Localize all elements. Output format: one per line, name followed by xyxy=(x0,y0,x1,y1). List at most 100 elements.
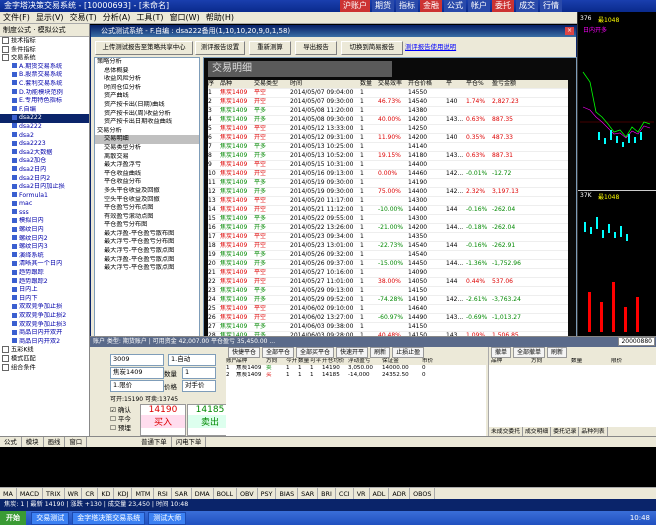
indicator-button[interactable]: RSI xyxy=(154,488,172,499)
switch-simple-report-button[interactable]: 切换到简易报告 xyxy=(341,41,403,55)
report-nav-item[interactable]: 最大浮盈浮亏 xyxy=(95,161,199,170)
formula-tree-item[interactable]: 模拟日内 xyxy=(0,217,89,226)
formula-tree-item[interactable]: 交易系统 xyxy=(0,54,89,63)
table-row[interactable]: 13 焦炭1409 平空 2014/05/20 11:17:00 1 14300 xyxy=(208,197,568,206)
formula-tree-item[interactable]: 模式匹配 xyxy=(0,354,89,364)
report-nav-item[interactable]: 平仓收益曲线 xyxy=(95,170,199,179)
indicator-button[interactable]: MACD xyxy=(17,488,44,499)
positions-toolbar-button[interactable]: 快速开平 xyxy=(336,347,369,358)
table-row[interactable]: 26 焦炭1409 开空 2014/06/02 13:27:00 1 -60.97% 144… xyxy=(208,314,568,323)
formula-tree-item[interactable]: 双双竞争加止损 xyxy=(0,303,89,312)
buy-button[interactable]: 14190 买入 xyxy=(140,404,186,436)
formula-tree-item[interactable]: A.期货交易系统 xyxy=(0,63,89,72)
report-nav-item[interactable]: 最大浮亏-平仓盈亏分布图 xyxy=(95,238,199,247)
formula-tree-item[interactable]: D.功能模块范例 xyxy=(0,89,89,98)
positions-toolbar-button[interactable]: 刷新 xyxy=(370,347,391,358)
table-row[interactable]: 24 焦炭1409 开多 2014/05/29 09:52:00 1 -74.28% 141… xyxy=(208,296,568,305)
orders-toolbar-button[interactable]: 撤单 xyxy=(491,347,512,358)
order-mode-tab[interactable]: 闪电下单 xyxy=(172,437,207,447)
table-row[interactable]: 25 焦炭1409 平空 2014/06/02 09:10:00 1 14640 xyxy=(208,305,568,314)
indicator-button[interactable]: MTM xyxy=(132,488,155,499)
table-row[interactable]: 1 焦炭1409 卖 1 1 1 14190 3,050.00 14000.00 0 xyxy=(226,365,486,372)
positions-toolbar-button[interactable]: 快捷平仓 xyxy=(228,347,261,358)
indicator-button[interactable]: SAR xyxy=(298,488,319,499)
report-nav-item[interactable]: 有效盈亏滚动点图 xyxy=(95,213,199,222)
report-nav-item[interactable]: 空头平仓收益及回撤 xyxy=(95,196,199,205)
formula-tree-item[interactable]: 螺纹日内2 xyxy=(0,235,89,244)
table-row[interactable]: 5 焦炭1409 平空 2014/05/12 13:33:00 1 14250 xyxy=(208,125,568,134)
menu-item[interactable]: 窗口(W) xyxy=(167,12,203,23)
report-nav-item[interactable]: 资产按卡出日期收益曲线 xyxy=(95,118,199,127)
formula-tree-item[interactable]: 清晰其一个日内 xyxy=(0,260,89,269)
menu-item[interactable]: 工具(T) xyxy=(133,12,166,23)
price-type-select[interactable]: 1.限价 xyxy=(110,380,164,392)
table-row[interactable]: 15 焦炭1409 平多 2014/05/22 09:55:00 1 14300 xyxy=(208,215,568,224)
indicator-button[interactable]: OBV xyxy=(237,488,258,499)
panel-tab[interactable]: 公式 xyxy=(0,437,22,447)
code-input[interactable]: 3009 xyxy=(110,354,164,366)
table-row[interactable]: 17 焦炭1409 平空 2014/05/23 09:34:00 1 14350 xyxy=(208,233,568,242)
panel-tab[interactable]: 画线 xyxy=(44,437,66,447)
report-nav-group[interactable]: 交易分析 xyxy=(95,127,199,136)
report-nav-item[interactable]: 最大浮盈-平仓盈亏散布图 xyxy=(95,230,199,239)
export-report-button[interactable]: 导出报告 xyxy=(295,41,337,55)
start-button[interactable]: 开始 xyxy=(0,511,26,525)
table-row[interactable]: 8 焦炭1409 开多 2014/05/13 10:52:00 1 19.15% 14180… xyxy=(208,152,568,161)
formula-tree-item[interactable]: 双双竞争加止损3 xyxy=(0,321,89,330)
formula-tree-item[interactable]: dsa222 xyxy=(0,123,89,132)
formula-tree-item[interactable]: dsa2日内加止损 xyxy=(0,183,89,192)
table-row[interactable]: 2 焦炭1409 买 1 1 1 14185 -14,000 24352.50 0 xyxy=(226,372,486,379)
table-row[interactable]: 22 焦炭1409 开空 2014/05/27 11:01:00 1 38.00% 1405… xyxy=(208,278,568,287)
report-nav-item[interactable]: 时间仓位分析 xyxy=(95,84,199,93)
formula-tree-item[interactable]: 双双竞争加止损2 xyxy=(0,312,89,321)
formula-tree-item[interactable]: dsa2加仓 xyxy=(0,157,89,166)
menu-item[interactable]: 帮助(H) xyxy=(203,12,237,23)
indicator-button[interactable]: ADR xyxy=(389,488,411,499)
panel-tab[interactable]: 模块 xyxy=(22,437,44,447)
report-help-link[interactable]: 测评报告使用说明 xyxy=(405,41,475,53)
formula-tree-item[interactable]: dsa2大数据 xyxy=(0,149,89,158)
formula-tree-item[interactable]: 五彩K线 xyxy=(0,346,89,355)
report-nav-item[interactable]: 多头平仓收益及回撤 xyxy=(95,187,199,196)
table-row[interactable]: 3 焦炭1409 平多 2014/05/08 11:20:00 1 14380 xyxy=(208,107,568,116)
table-row[interactable]: 2 焦炭1409 开空 2014/05/07 09:30:00 1 46.73% 14540… xyxy=(208,98,568,107)
title-button[interactable]: 期货 xyxy=(372,0,394,12)
order-mode-tab[interactable]: 普通下单 xyxy=(137,437,172,447)
formula-tree-item[interactable]: 日内上 xyxy=(0,286,89,295)
table-row[interactable]: 27 焦炭1409 平多 2014/06/03 09:38:00 1 14150 xyxy=(208,323,568,332)
title-button[interactable]: 指标 xyxy=(396,0,418,12)
report-nav-item[interactable]: 平仓盈亏分布图 xyxy=(95,221,199,230)
qty-input[interactable]: 1 xyxy=(182,367,216,379)
positions-toolbar-button[interactable]: 全部平仓 xyxy=(262,347,295,358)
panel-tab[interactable]: 窗口 xyxy=(65,437,88,447)
report-nav-item[interactable]: 资产按卡出(日期)曲线 xyxy=(95,101,199,110)
order-type-select[interactable]: 1.自动 xyxy=(168,354,216,366)
table-row[interactable]: 9 焦炭1409 平空 2014/05/15 10:31:00 1 14400 xyxy=(208,161,568,170)
report-nav-item[interactable]: 最大浮亏-平仓盈亏散点图 xyxy=(95,247,199,256)
formula-tree-item[interactable]: dsa2日内 xyxy=(0,166,89,175)
recalculate-button[interactable]: 重新测算 xyxy=(249,41,291,55)
formula-tree-item[interactable]: dsa222 xyxy=(0,114,89,123)
table-row[interactable]: 4 焦炭1409 开多 2014/05/08 09:30:00 1 40.00% 14200… xyxy=(208,116,568,125)
formula-tree-item[interactable]: Formula1 xyxy=(0,192,89,201)
positions-toolbar-button[interactable]: 全部买平仓 xyxy=(296,347,335,358)
table-row[interactable]: 20 焦炭1409 开多 2014/05/26 09:37:00 1 -15.00% 144… xyxy=(208,260,568,269)
taskbar-item[interactable]: 测试大师 xyxy=(148,511,187,525)
report-nav-item[interactable]: 交易明细 xyxy=(95,135,199,144)
indicator-button[interactable]: WR xyxy=(65,488,83,499)
upload-report-button[interactable]: 上传测试报告至策略共享中心 xyxy=(95,41,193,55)
formula-tree-item[interactable]: B.股票交易系统 xyxy=(0,71,89,80)
menu-item[interactable]: 文件(F) xyxy=(0,12,33,23)
formula-tree-item[interactable]: dsa2223 xyxy=(0,140,89,149)
menu-item[interactable]: 交易(T) xyxy=(67,12,100,23)
report-nav-item[interactable]: 最大浮盈-平仓盈亏散点图 xyxy=(95,256,199,265)
title-button[interactable]: 成交 xyxy=(516,0,538,12)
table-row[interactable]: 12 焦炭1409 开多 2014/05/19 09:30:00 1 75.00% 1440… xyxy=(208,188,568,197)
formula-tree-item[interactable]: 条件指标 xyxy=(0,45,89,55)
report-nav-item[interactable]: 资产曲线 xyxy=(95,92,199,101)
indicator-button[interactable]: PSY xyxy=(258,488,277,499)
formula-tree-item[interactable]: sss xyxy=(0,209,89,218)
table-row[interactable]: 14 焦炭1409 开空 2014/05/21 11:12:00 1 -10.00% 144… xyxy=(208,206,568,215)
indicator-button[interactable]: MA xyxy=(0,488,17,499)
formula-tree-item[interactable]: 组合条件 xyxy=(0,363,89,373)
